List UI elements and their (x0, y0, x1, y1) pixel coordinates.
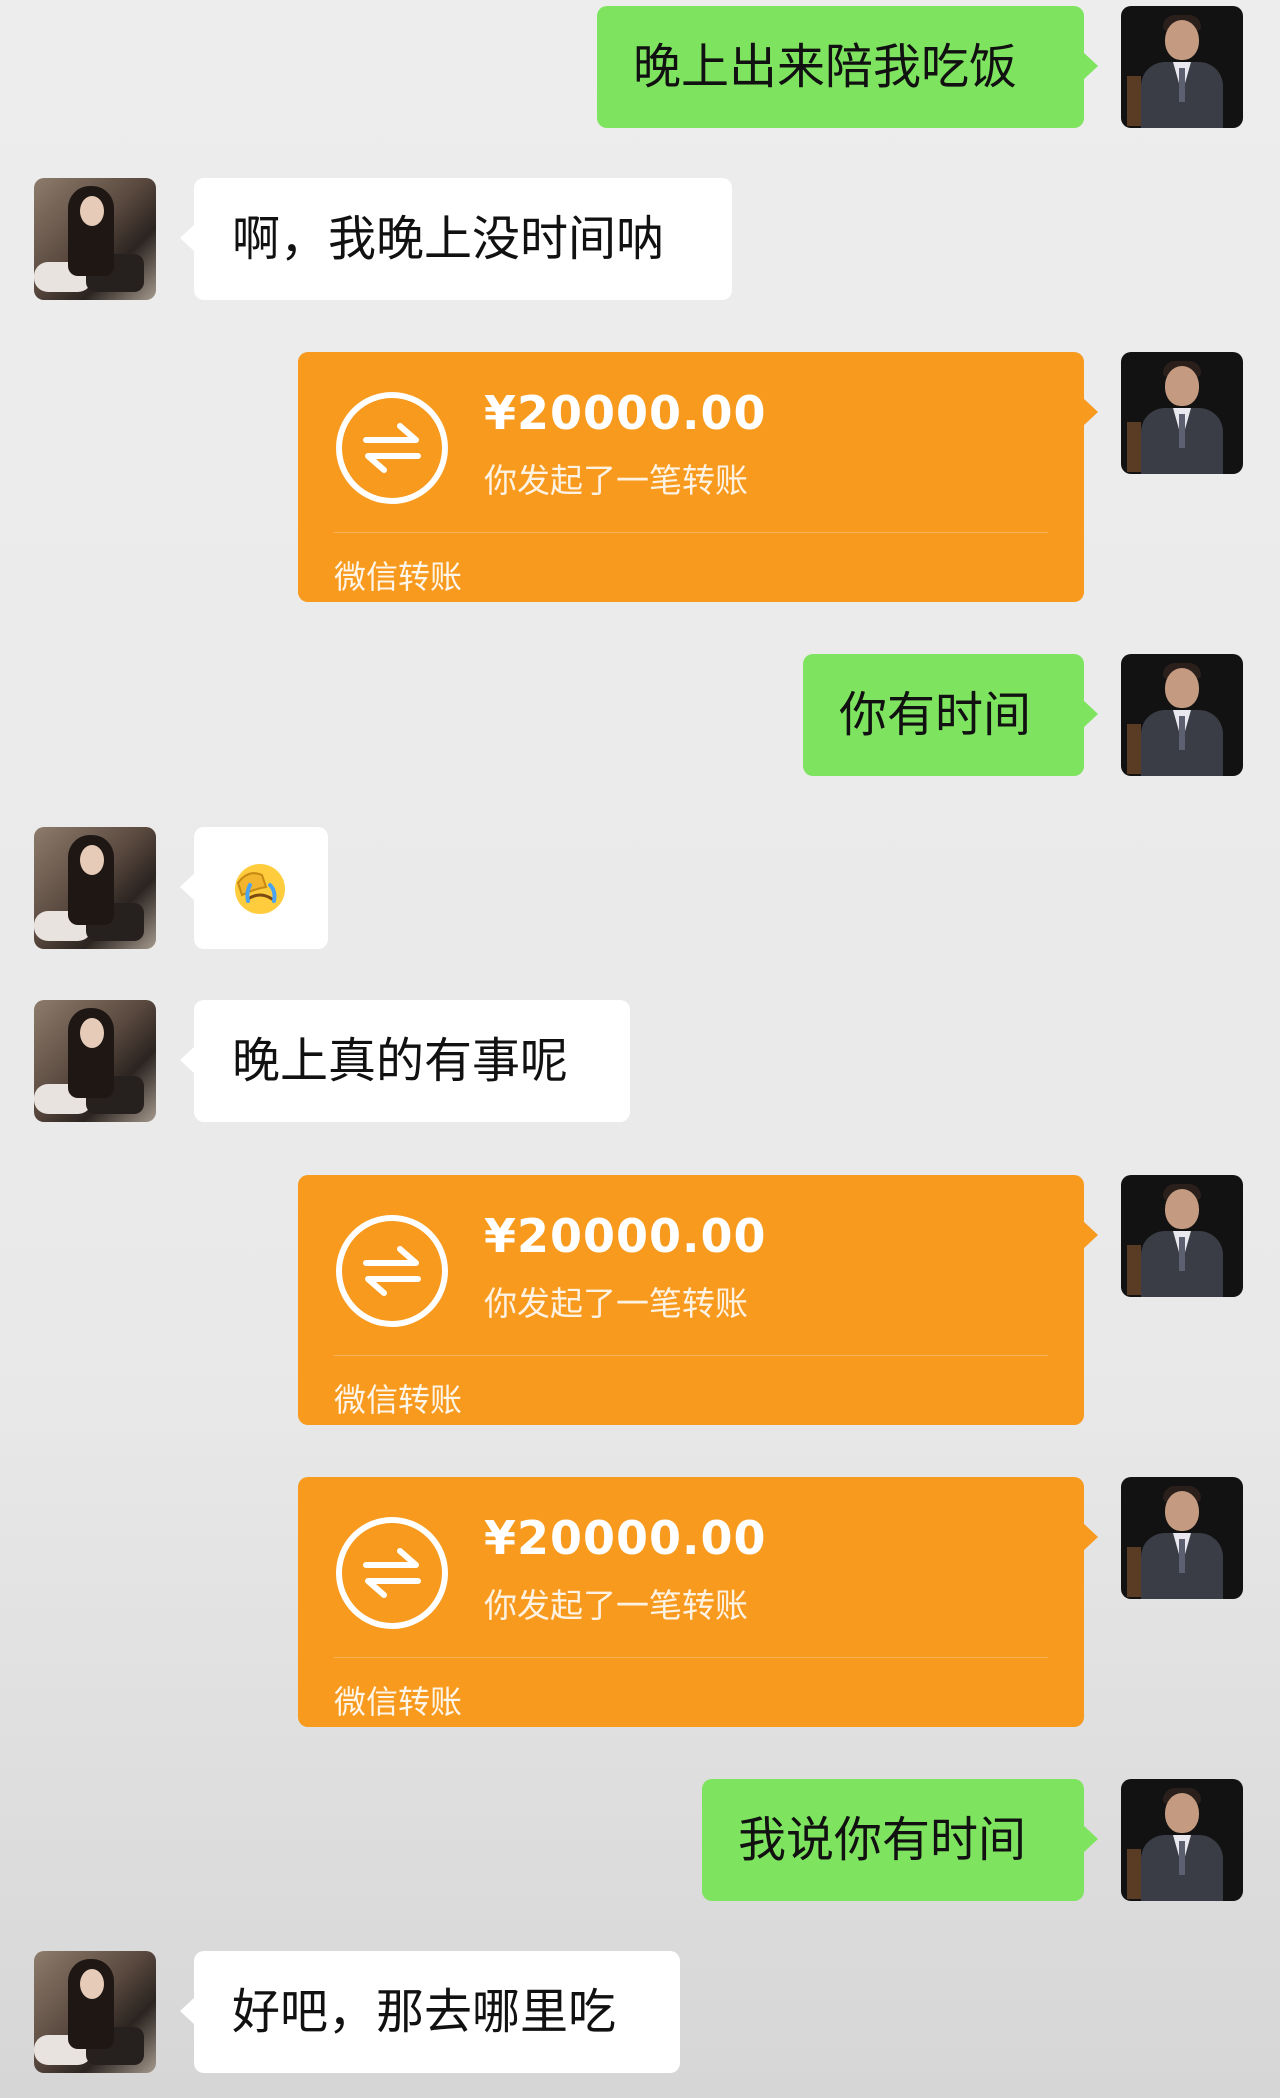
transfer-description: 你发起了一笔转账 (484, 1586, 748, 1625)
avatar[interactable] (1121, 1175, 1243, 1297)
received-message-bubble[interactable]: 好吧，那去哪里吃 (180, 1951, 680, 2073)
message-text: 你有时间 (839, 687, 1032, 743)
transfer-brand-label: 微信转账 (334, 1381, 463, 1419)
divider (334, 532, 1048, 533)
avatar[interactable] (1121, 654, 1243, 776)
transfer-arrows-icon (336, 1517, 448, 1629)
divider (334, 1355, 1048, 1356)
transfer-brand-label: 微信转账 (334, 558, 463, 596)
transfer-amount: ¥20000.00 (484, 1209, 767, 1263)
transfer-brand-label: 微信转账 (334, 1683, 463, 1721)
avatar[interactable] (1121, 1779, 1243, 1901)
avatar[interactable] (1121, 352, 1243, 474)
message-text: 晚上出来陪我吃饭 (633, 39, 1018, 95)
avatar[interactable] (34, 178, 156, 300)
message-text: 好吧，那去哪里吃 (232, 1984, 617, 2040)
received-message-bubble[interactable]: 啊，我晚上没时间呐 (180, 178, 732, 300)
avatar[interactable] (34, 1000, 156, 1122)
transfer-card[interactable]: ¥20000.00 你发起了一笔转账 微信转账 (298, 1477, 1098, 1727)
sent-message-bubble[interactable]: 你有时间 (803, 654, 1098, 776)
transfer-description: 你发起了一笔转账 (484, 1284, 748, 1323)
message-text: 我说你有时间 (738, 1812, 1027, 1868)
transfer-arrows-icon (336, 1215, 448, 1327)
received-message-bubble[interactable]: 晚上真的有事呢 (180, 1000, 630, 1122)
avatar[interactable] (1121, 6, 1243, 128)
message-text: 晚上真的有事呢 (232, 1033, 569, 1089)
divider (334, 1657, 1048, 1658)
transfer-card[interactable]: ¥20000.00 你发起了一笔转账 微信转账 (298, 1175, 1098, 1425)
sent-message-bubble[interactable]: 晚上出来陪我吃饭 (597, 6, 1098, 128)
avatar[interactable] (34, 1951, 156, 2073)
message-text: 啊，我晚上没时间呐 (232, 211, 665, 267)
transfer-amount: ¥20000.00 (484, 386, 767, 440)
avatar[interactable] (1121, 1477, 1243, 1599)
sent-message-bubble[interactable]: 我说你有时间 (702, 1779, 1098, 1901)
transfer-arrows-icon (336, 392, 448, 504)
transfer-card[interactable]: ¥20000.00 你发起了一笔转账 微信转账 (298, 352, 1098, 602)
transfer-description: 你发起了一笔转账 (484, 461, 748, 500)
transfer-amount: ¥20000.00 (484, 1511, 767, 1565)
avatar[interactable] (34, 827, 156, 949)
face-palm-crying-icon (235, 864, 285, 914)
received-message-bubble[interactable] (180, 827, 328, 949)
